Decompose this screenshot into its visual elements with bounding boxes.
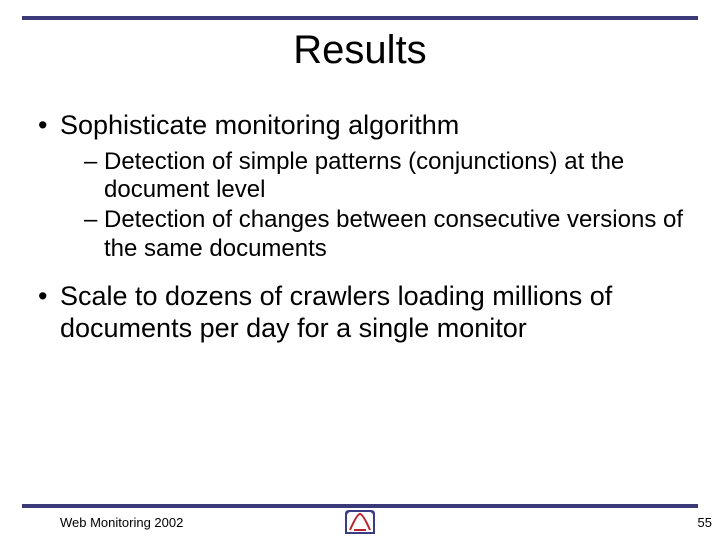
bullet-text: Detection of changes between consecutive… (104, 206, 683, 261)
bullet-text: Sophisticate monitoring algorithm (60, 110, 459, 140)
bullet-text: Scale to dozens of crawlers loading mill… (60, 281, 612, 343)
bullet-level-2: Detection of simple patterns (conjunctio… (84, 148, 690, 205)
slide-title: Results (0, 28, 720, 73)
top-divider (22, 16, 698, 20)
bullet-text: Detection of simple patterns (conjunctio… (104, 148, 624, 203)
slide: Results Sophisticate monitoring algorith… (0, 0, 720, 540)
bullet-level-2: Detection of changes between consecutive… (84, 206, 690, 263)
inria-logo-icon (343, 508, 377, 536)
slide-body: Sophisticate monitoring algorithm Detect… (38, 110, 690, 351)
bullet-level-1: Scale to dozens of crawlers loading mill… (38, 281, 690, 345)
footer-left-text: Web Monitoring 2002 (60, 515, 183, 530)
page-number: 55 (698, 515, 712, 530)
bullet-level-1: Sophisticate monitoring algorithm (38, 110, 690, 142)
sub-bullet-list: Detection of simple patterns (conjunctio… (38, 148, 690, 263)
